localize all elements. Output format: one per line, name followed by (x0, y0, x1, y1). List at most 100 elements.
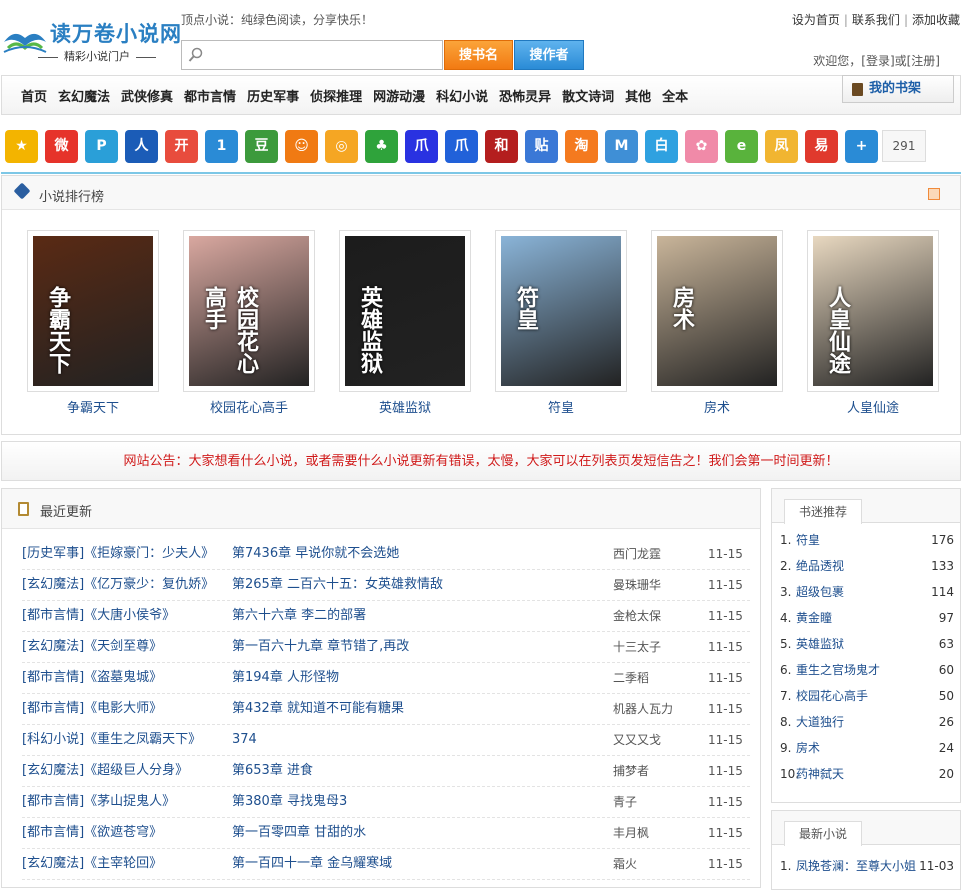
chapter-link[interactable]: 第一百六十九章 章节错了,再改 (232, 632, 409, 662)
nav-item-home[interactable]: 首页 (21, 86, 47, 105)
book-link[interactable]: 超级包裹 (796, 585, 844, 599)
nav-item-poetry[interactable]: 散文诗词 (562, 86, 614, 105)
book-cover[interactable]: 符皇 (495, 230, 627, 392)
set-homepage-link[interactable]: 设为首页 (792, 13, 840, 27)
book-link[interactable]: 英雄监狱 (796, 637, 844, 651)
update-date: 11-15 (708, 702, 743, 716)
taobao-icon[interactable]: 淘 (565, 130, 598, 163)
chapter-link[interactable]: 第432章 就知道不可能有糖果 (232, 694, 404, 724)
nav-item-game[interactable]: 网游动漫 (373, 86, 425, 105)
ranking-panel: 小说排行榜 争霸天下 争霸天下 校园花心高手 校园花心高手 英雄监狱 英雄监狱 符皇 符皇 房术… (1, 175, 961, 435)
book-cover[interactable]: 校园花心高手 (183, 230, 315, 392)
book-link[interactable]: 药神弑天 (796, 767, 844, 781)
my-bookshelf-button[interactable]: 我的书架 (842, 75, 954, 103)
category-book-link[interactable]: [都市言情]《大唐小侯爷》 (22, 601, 175, 631)
author-name: 青子 (613, 795, 638, 809)
book-link[interactable]: 校园花心高手 (796, 689, 868, 703)
author-name: 十三太子 (613, 640, 662, 654)
book-title-link[interactable]: 校园花心高手 (183, 397, 315, 416)
book-link[interactable]: 大道独行 (796, 715, 844, 729)
book-title-link[interactable]: 房术 (651, 397, 783, 416)
baijia-icon[interactable]: 白 (645, 130, 678, 163)
welcome-login-text[interactable]: 欢迎您，[登录]或[注册] (813, 52, 940, 69)
clover-icon[interactable]: ♣ (365, 130, 398, 163)
chapter-link[interactable]: 第380章 寻找鬼母3 (232, 787, 347, 817)
book-title-link[interactable]: 人皇仙途 (807, 397, 939, 416)
contact-link[interactable]: 联系我们 (852, 13, 900, 27)
chapter-link[interactable]: 第7436章 早说你就不会选她 (232, 539, 399, 569)
baidu-paw-2-icon[interactable]: 爪 (445, 130, 478, 163)
category-book-link[interactable]: [玄幻魔法]《亿万豪少：复仇娇》 (22, 570, 214, 600)
book-title-link[interactable]: 符皇 (495, 397, 627, 416)
netease-icon[interactable]: 易 (805, 130, 838, 163)
category-book-link[interactable]: [都市言情]《盗墓鬼城》 (22, 663, 162, 693)
nav-item-wuxia[interactable]: 武侠修真 (121, 86, 173, 105)
book-cover[interactable]: 人皇仙途 (807, 230, 939, 392)
pengyou-icon[interactable]: P (85, 130, 118, 163)
category-book-link[interactable]: [玄幻魔法]《天剑至尊》 (22, 632, 162, 662)
qzone-icon[interactable]: ◎ (325, 130, 358, 163)
category-book-link[interactable]: [都市言情]《茅山捉鬼人》 (22, 787, 175, 817)
category-book-link[interactable]: [都市言情]《电影大师》 (22, 694, 162, 724)
chapter-link[interactable]: 第265章 二百六十五：女英雄救情敌 (232, 570, 443, 600)
share-icon-strip: ★ 微 P 人开 1 豆 ☺ ◎ ♣ 爪爪和贴淘 M 白 ✿ e 凤易 + (1, 124, 961, 170)
chapter-link[interactable]: 374 (232, 725, 257, 755)
rank-number: 8. (780, 715, 792, 729)
search-book-button[interactable]: 搜书名 (444, 40, 513, 70)
book-link[interactable]: 房术 (796, 741, 820, 755)
more-plus-icon[interactable]: + (845, 130, 878, 163)
nav-item-other[interactable]: 其他 (625, 86, 651, 105)
douban-icon[interactable]: 豆 (245, 130, 278, 163)
kaixin-icon[interactable]: 开 (165, 130, 198, 163)
nav-item-complete[interactable]: 全本 (662, 86, 688, 105)
recommend-tab[interactable]: 书迷推荐 (784, 499, 862, 524)
nav-item-scifi[interactable]: 科幻小说 (436, 86, 488, 105)
share-count-badge[interactable]: 291 (882, 130, 926, 162)
ifeng-icon[interactable]: 凤 (765, 130, 798, 163)
book-link[interactable]: 黄金瞳 (796, 611, 832, 625)
item-value: 11-03 (919, 859, 954, 873)
chapter-link[interactable]: 第六十六章 李二的部署 (232, 601, 366, 631)
book-link[interactable]: 符皇 (796, 533, 820, 547)
book-cover[interactable]: 房术 (651, 230, 783, 392)
add-favorite-link[interactable]: 添加收藏 (912, 13, 960, 27)
book-cover[interactable]: 英雄监狱 (339, 230, 471, 392)
book-link[interactable]: 绝品透视 (796, 559, 844, 573)
book-link[interactable]: 凤挽苍澜：至尊大小姐 (796, 859, 916, 873)
book-link[interactable]: 重生之官场鬼才 (796, 663, 880, 677)
expand-box-icon[interactable] (928, 188, 940, 200)
flower-icon[interactable]: ✿ (685, 130, 718, 163)
renren-icon[interactable]: 人 (125, 130, 158, 163)
list-item: 8. 大道独行 26 (772, 709, 960, 735)
nav-item-fantasy[interactable]: 玄幻魔法 (58, 86, 110, 105)
latest-tab[interactable]: 最新小说 (784, 821, 862, 846)
tieba-icon[interactable]: 贴 (525, 130, 558, 163)
yiqi-icon[interactable]: 1 (205, 130, 238, 163)
category-book-link[interactable]: [都市言情]《欲遮苍穹》 (22, 818, 162, 848)
book-title-link[interactable]: 争霸天下 (27, 397, 159, 416)
search-author-button[interactable]: 搜作者 (514, 40, 584, 70)
nav-item-urban[interactable]: 都市言情 (184, 86, 236, 105)
smiley-icon[interactable]: ☺ (285, 130, 318, 163)
nav-item-history[interactable]: 历史军事 (247, 86, 299, 105)
search-input[interactable] (181, 40, 443, 70)
category-book-link[interactable]: [科幻小说]《重生之凤霸天下》 (22, 725, 201, 755)
item-value: 26 (938, 715, 954, 729)
nav-item-detective[interactable]: 侦探推理 (310, 86, 362, 105)
sohu-icon[interactable]: e (725, 130, 758, 163)
chapter-link[interactable]: 第一百零四章 甘甜的水 (232, 818, 366, 848)
favorite-star-icon[interactable]: ★ (5, 130, 38, 163)
site-logo[interactable]: 读万卷小说网 精彩小说门户 (2, 14, 181, 64)
chapter-link[interactable]: 第194章 人形怪物 (232, 663, 339, 693)
hexun-icon[interactable]: 和 (485, 130, 518, 163)
recent-updates-panel: 最近更新 [历史军事]《拒嫁豪门：少夫人》 第7436章 早说你就不会选她 西门龙霆… (1, 488, 761, 888)
weibo-icon[interactable]: 微 (45, 130, 78, 163)
nav-item-horror[interactable]: 恐怖灵异 (499, 86, 551, 105)
book-cover[interactable]: 争霸天下 (27, 230, 159, 392)
msn-icon[interactable]: M (605, 130, 638, 163)
baidu-paw-icon[interactable]: 爪 (405, 130, 438, 163)
book-title-link[interactable]: 英雄监狱 (339, 397, 471, 416)
category-book-link[interactable]: [历史军事]《拒嫁豪门：少夫人》 (22, 539, 214, 569)
chapter-link[interactable]: 第653章 进食 (232, 756, 313, 786)
category-book-link[interactable]: [玄幻魔法]《超级巨人分身》 (22, 756, 188, 786)
